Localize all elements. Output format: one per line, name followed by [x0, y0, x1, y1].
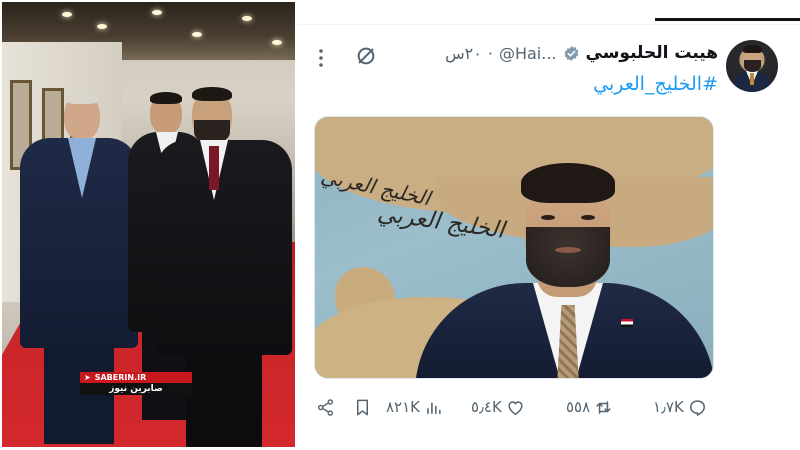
bookmark-icon [356, 399, 369, 415]
news-photo: ➤ SABERIN.IR صابرين نيوز [2, 2, 295, 447]
telegram-icon: ➤ [84, 373, 91, 382]
repost-icon [596, 400, 611, 414]
hashtag-link[interactable]: #الخليج_العربي [593, 73, 718, 95]
ceiling-lamp [62, 12, 72, 17]
likes-count: ٥٫٤K [471, 398, 502, 416]
reply-button[interactable]: ١٫٧K [653, 396, 707, 418]
ceiling-lamp [192, 32, 202, 37]
share-button[interactable] [316, 396, 335, 418]
verified-badge-icon [564, 45, 578, 61]
user-handle[interactable]: @Hai... [499, 44, 557, 63]
ceiling-lamp [272, 40, 282, 45]
avatar[interactable] [726, 40, 778, 92]
replies-count: ١٫٧K [653, 398, 684, 416]
views-count: ٨٢١K [386, 398, 421, 416]
like-button[interactable]: ٥٫٤K [471, 396, 525, 418]
more-icon[interactable] [315, 47, 327, 69]
ceiling-lamp [97, 24, 107, 29]
like-icon [508, 400, 523, 415]
ceiling-lamp [242, 16, 252, 21]
tweet-actions: ٨٢١K ٥٫٤K ٥٥٨ ١٫٧K [316, 396, 716, 418]
timestamp[interactable]: ٢٠س [445, 44, 482, 63]
bookmark-button[interactable] [353, 396, 372, 418]
share-icon [317, 398, 334, 416]
tab-indicator [655, 18, 800, 21]
divider [298, 24, 800, 25]
reply-icon [689, 399, 705, 416]
separator-dot: · [487, 43, 493, 63]
watermark-site: SABERIN.IR [94, 373, 147, 382]
tweet-card[interactable]: هيبت الحلبوسي @Hai... · ٢٠س #الخليج_العر… [298, 0, 800, 450]
reposts-count: ٥٥٨ [566, 398, 591, 416]
grok-icon[interactable] [355, 45, 377, 67]
flag-pin [621, 319, 633, 327]
saberin-watermark: ➤ SABERIN.IR صابرين نيوز [80, 372, 192, 402]
views-button[interactable]: ٨٢١K [386, 396, 443, 418]
ceiling-lamp [152, 10, 162, 15]
views-icon [427, 402, 441, 414]
portrait [415, 155, 713, 378]
watermark-name: صابرين نيوز [80, 383, 192, 395]
tweet-media-image[interactable]: الخليج العربي الخليج العربي [314, 116, 714, 379]
repost-button[interactable]: ٥٥٨ [566, 396, 613, 418]
display-name[interactable]: هيبت الحلبوسي [586, 43, 719, 63]
tweet-header: هيبت الحلبوسي @Hai... · ٢٠س [445, 43, 718, 63]
